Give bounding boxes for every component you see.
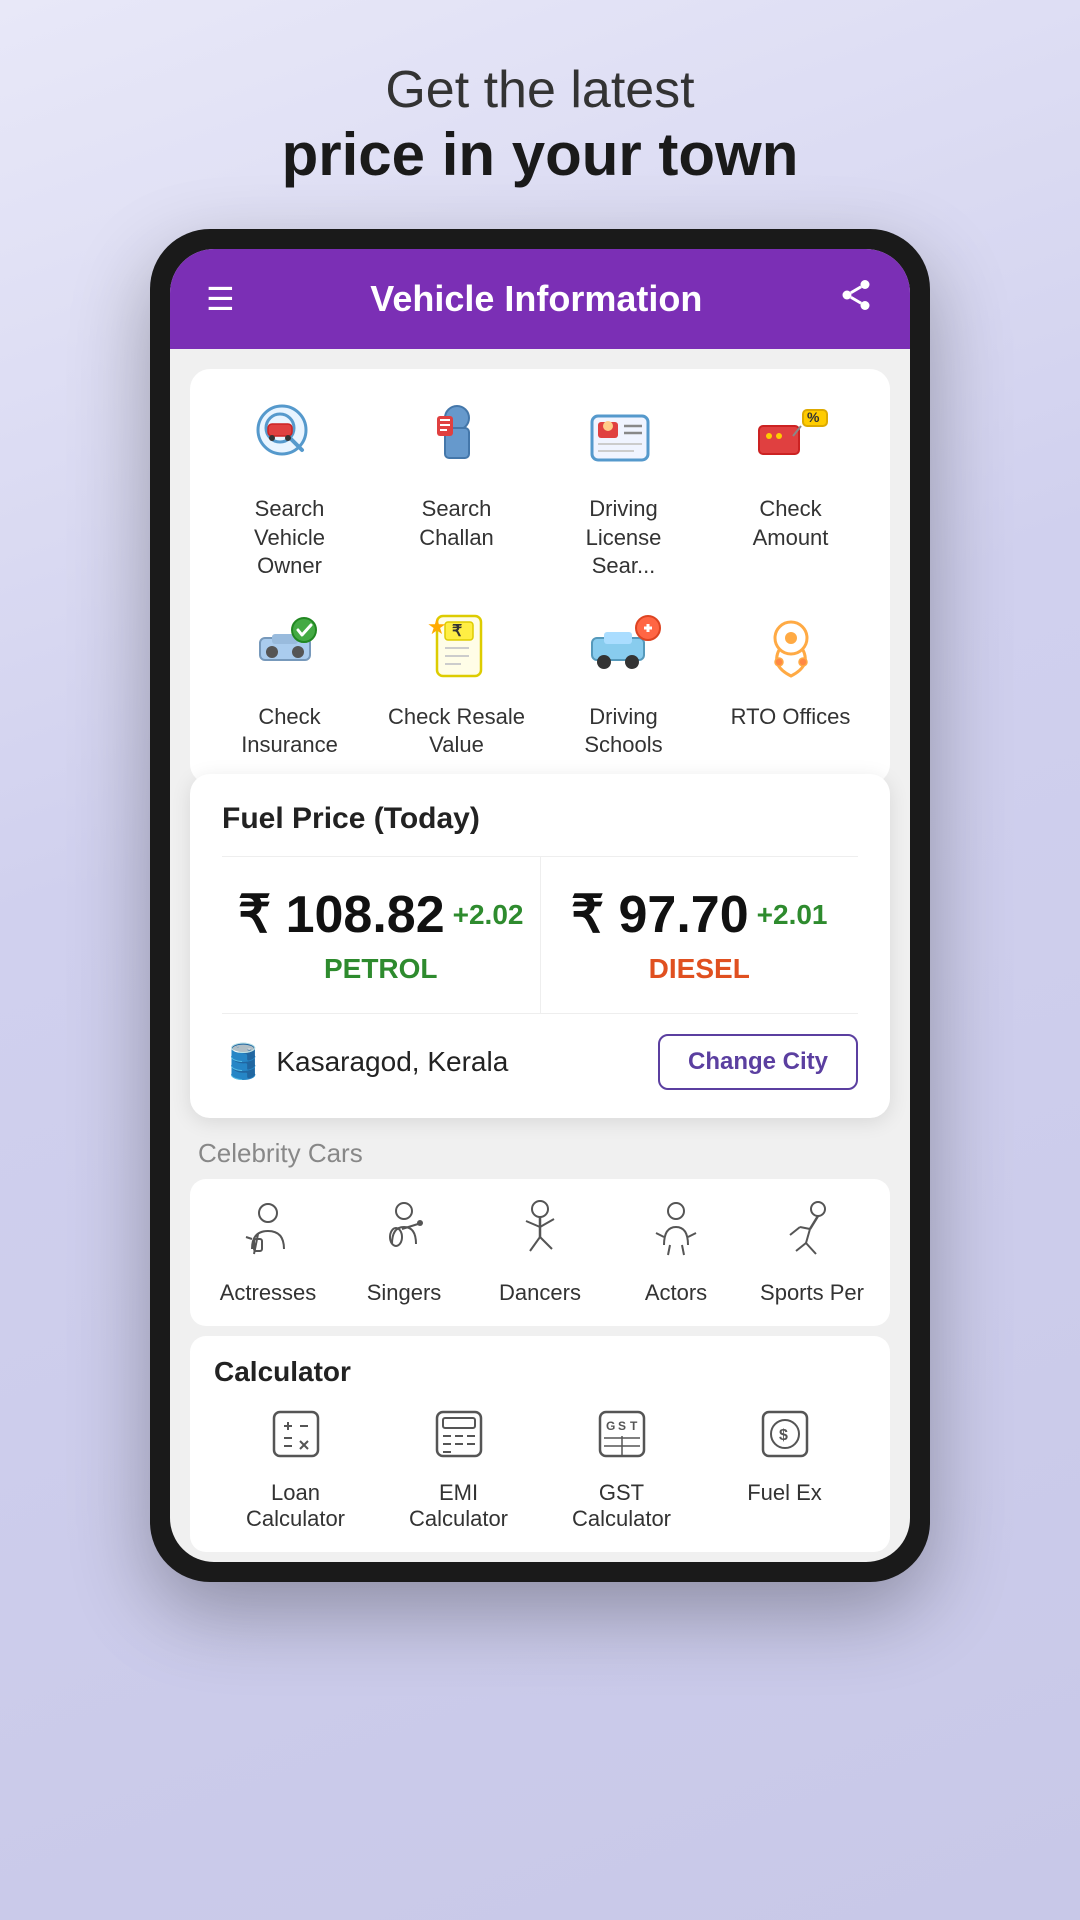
gst-calculator-icon: G S T [596, 1408, 648, 1472]
calculator-title: Calculator [214, 1356, 866, 1388]
svg-text:$: $ [779, 1427, 788, 1444]
actors-icon [646, 1199, 706, 1272]
celebrity-row: Actresses Singers [190, 1179, 890, 1326]
svg-text:T: T [630, 1419, 638, 1433]
driving-schools-icon [579, 601, 669, 691]
gst-calculator-label: GST Calculator [552, 1480, 692, 1532]
check-resale-icon: ₹ ★ [412, 601, 502, 691]
grid-item-driving-license[interactable]: Driving License Sear... [554, 393, 694, 581]
city-name: Kasaragod, Kerala [276, 1046, 508, 1078]
fuel-card-title: Fuel Price (Today) [222, 802, 858, 836]
calc-row: Loan Calculator [214, 1408, 866, 1532]
diesel-price-item: ₹ 97.70 +2.01 DIESEL [541, 857, 859, 1013]
fuel-card: Fuel Price (Today) ₹ 108.82 +2.02 PETROL… [190, 774, 890, 1118]
celebrity-item-dancers[interactable]: Dancers [480, 1199, 600, 1306]
calc-item-emi[interactable]: EMI Calculator [389, 1408, 529, 1532]
calculator-section: Calculator [190, 1336, 890, 1552]
grid-row-2: Check Insurance ₹ ★ C [206, 601, 874, 760]
driving-license-icon [579, 393, 669, 483]
petrol-label: PETROL [324, 953, 438, 985]
singers-icon [374, 1199, 434, 1272]
grid-label-driving-schools: Driving Schools [554, 703, 694, 760]
grid-label-search-vehicle: Search Vehicle Owner [220, 495, 360, 581]
celebrity-item-sports[interactable]: Sports Per [752, 1199, 872, 1306]
rto-offices-icon [746, 601, 836, 691]
svg-text:★: ★ [427, 614, 447, 639]
celebrity-section-label: Celebrity Cars [170, 1118, 910, 1179]
calc-item-loan[interactable]: Loan Calculator [226, 1408, 366, 1532]
fuel-prices: ₹ 108.82 +2.02 PETROL ₹ 97.70 +2.01 DIES… [222, 856, 858, 1014]
petrol-price-value: ₹ 108.82 +2.02 [238, 885, 523, 945]
loan-calculator-icon [270, 1408, 322, 1472]
grid-item-rto-offices[interactable]: RTO Offices [721, 601, 861, 760]
actresses-icon [238, 1199, 298, 1272]
grid-label-check-amount: Check Amount [721, 495, 861, 552]
diesel-change: +2.01 [757, 899, 828, 931]
grid-item-check-insurance[interactable]: Check Insurance [220, 601, 360, 760]
fuel-calculator-icon: $ [759, 1408, 811, 1472]
check-amount-icon: % [746, 393, 836, 483]
search-challan-icon [412, 393, 502, 483]
sports-label: Sports Per [760, 1280, 864, 1306]
change-city-button[interactable]: Change City [658, 1034, 858, 1090]
grid-row-1: Search Vehicle Owner Search Challa [206, 393, 874, 581]
grid-label-check-insurance: Check Insurance [220, 703, 360, 760]
emi-calculator-label: EMI Calculator [389, 1480, 529, 1532]
app-title: Vehicle Information [370, 278, 702, 320]
headline-section: Get the latest price in your town [282, 60, 799, 189]
svg-text:G: G [606, 1419, 615, 1433]
search-vehicle-icon [245, 393, 335, 483]
grid-section: Search Vehicle Owner Search Challa [190, 369, 890, 784]
grid-label-rto-offices: RTO Offices [731, 703, 851, 732]
dancers-icon [510, 1199, 570, 1272]
celebrity-item-actors[interactable]: Actors [616, 1199, 736, 1306]
emi-calculator-icon [433, 1408, 485, 1472]
loan-calculator-label: Loan Calculator [226, 1480, 366, 1532]
grid-label-driving-license: Driving License Sear... [554, 495, 694, 581]
calc-item-gst[interactable]: G S T GST Calculator [552, 1408, 692, 1532]
grid-label-search-challan: Search Challan [387, 495, 527, 552]
svg-text:₹: ₹ [452, 623, 462, 640]
calc-item-fuel[interactable]: $ Fuel Ex [715, 1408, 855, 1532]
headline-line1: Get the latest [282, 60, 799, 120]
petrol-change: +2.02 [453, 899, 524, 931]
diesel-price-value: ₹ 97.70 +2.01 [571, 885, 828, 945]
fuel-location-icon: 🛢️ [222, 1042, 264, 1082]
sports-icon [782, 1199, 842, 1272]
actresses-label: Actresses [220, 1280, 317, 1306]
actors-label: Actors [645, 1280, 707, 1306]
grid-item-search-vehicle[interactable]: Search Vehicle Owner [220, 393, 360, 581]
grid-item-search-challan[interactable]: Search Challan [387, 393, 527, 581]
dancers-label: Dancers [499, 1280, 581, 1306]
phone-screen: ☰ Vehicle Information [170, 249, 910, 1562]
grid-item-check-resale[interactable]: ₹ ★ Check Resale Value [387, 601, 527, 760]
celebrity-item-actresses[interactable]: Actresses [208, 1199, 328, 1306]
menu-icon[interactable]: ☰ [206, 280, 235, 318]
grid-item-driving-schools[interactable]: Driving Schools [554, 601, 694, 760]
phone-frame: ☰ Vehicle Information [150, 229, 930, 1582]
svg-text:%: % [807, 409, 820, 425]
check-insurance-icon [245, 601, 335, 691]
diesel-label: DIESEL [649, 953, 750, 985]
fuel-calculator-label: Fuel Ex [747, 1480, 822, 1506]
city-left: 🛢️ Kasaragod, Kerala [222, 1042, 508, 1082]
petrol-price-item: ₹ 108.82 +2.02 PETROL [222, 857, 541, 1013]
singers-label: Singers [367, 1280, 442, 1306]
svg-text:S: S [618, 1419, 626, 1433]
city-row: 🛢️ Kasaragod, Kerala Change City [222, 1034, 858, 1090]
grid-item-check-amount[interactable]: % Check Amount [721, 393, 861, 581]
celebrity-item-singers[interactable]: Singers [344, 1199, 464, 1306]
share-icon[interactable] [838, 277, 874, 321]
grid-label-check-resale: Check Resale Value [387, 703, 527, 760]
app-header: ☰ Vehicle Information [170, 249, 910, 349]
headline-line2: price in your town [282, 120, 799, 189]
